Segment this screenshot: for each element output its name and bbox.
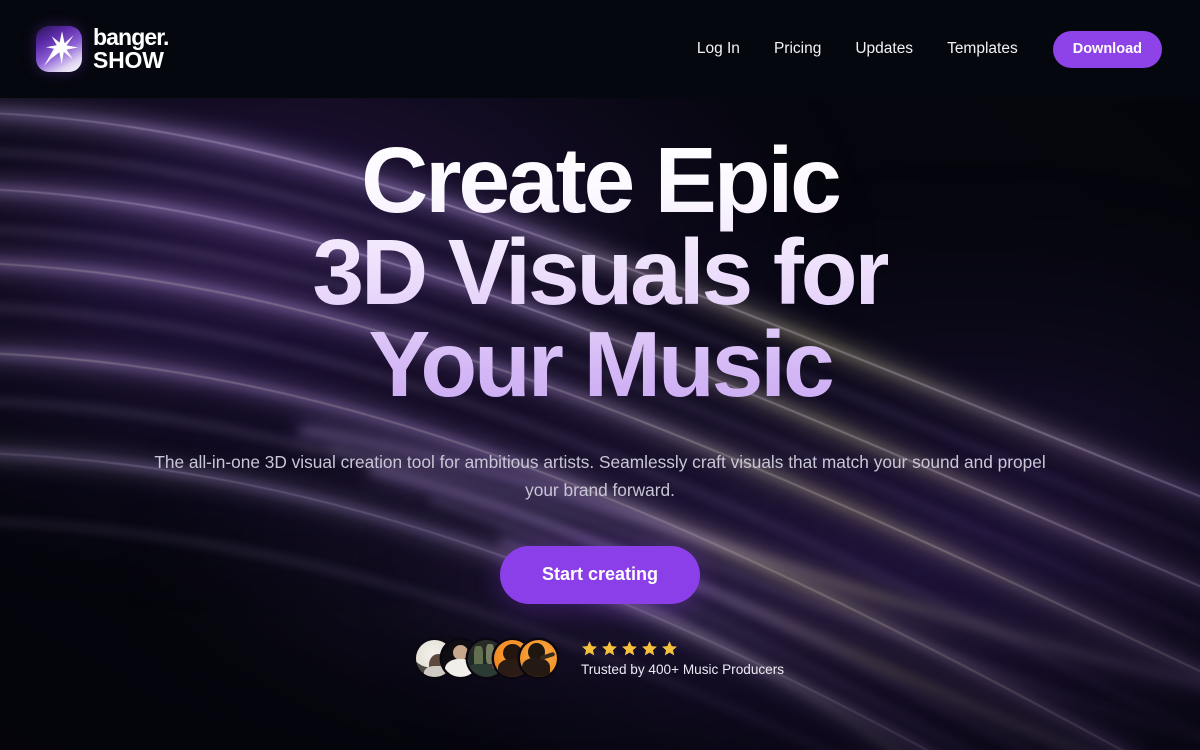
site-header: banger. SHOW Log In Pricing Updates Temp… — [0, 0, 1200, 98]
download-button[interactable]: Download — [1052, 30, 1162, 68]
star-icon — [642, 641, 657, 656]
star-icon — [622, 641, 637, 656]
page-title: Create Epic 3D Visuals for Your Music — [312, 134, 887, 410]
nav-link-pricing[interactable]: Pricing — [757, 32, 838, 66]
brand-logo[interactable]: banger. SHOW — [36, 26, 169, 72]
headline-line-1: Create Epic — [361, 128, 839, 232]
start-creating-button[interactable]: Start creating — [499, 546, 701, 605]
star-icon — [582, 641, 597, 656]
avatar-group — [415, 640, 557, 678]
star-rating — [581, 640, 784, 657]
nav-link-updates[interactable]: Updates — [838, 32, 930, 66]
nav-link-log-in[interactable]: Log In — [680, 32, 757, 66]
star-icon — [602, 641, 617, 656]
main-navigation: Log In Pricing Updates Templates Downloa… — [680, 30, 1162, 68]
nav-link-templates[interactable]: Templates — [930, 32, 1035, 66]
social-proof: Trusted by 400+ Music Producers — [415, 640, 784, 678]
star-icon — [662, 641, 677, 656]
brand-line-1: banger. — [93, 24, 169, 51]
avatar — [519, 640, 557, 678]
rating-block: Trusted by 400+ Music Producers — [581, 640, 784, 677]
headline-line-2: 3D Visuals for — [312, 220, 888, 325]
brand-line-2: SHOW — [93, 47, 164, 73]
trust-text: Trusted by 400+ Music Producers — [580, 662, 785, 678]
hero-section: Create Epic 3D Visuals for Your Music Th… — [0, 98, 1200, 750]
hero-subtitle: The all-in-one 3D visual creation tool f… — [154, 452, 1046, 501]
page-root: banger. SHOW Log In Pricing Updates Temp… — [0, 0, 1200, 750]
starburst-icon — [36, 26, 82, 72]
headline-line-3: Your Music — [368, 312, 832, 417]
